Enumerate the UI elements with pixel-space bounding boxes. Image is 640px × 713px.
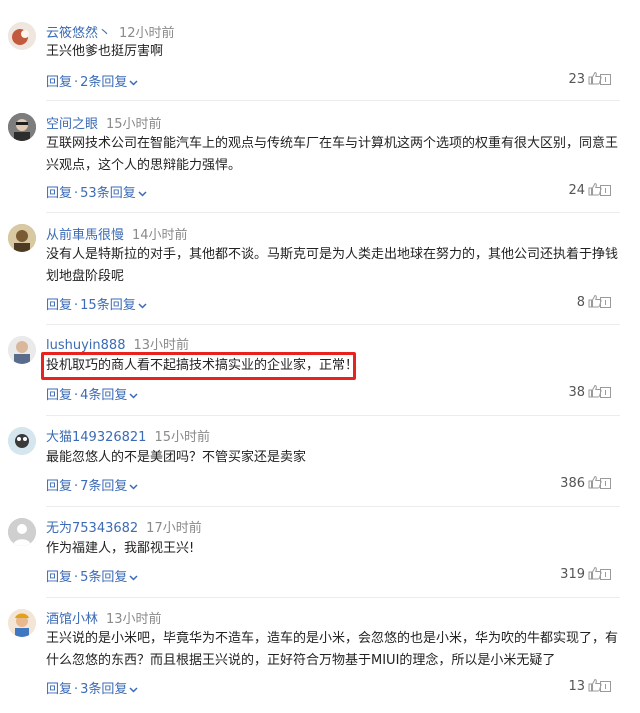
avatar[interactable] — [8, 336, 36, 364]
comment-text: 作为福建人，我鄙视王兴! — [46, 541, 195, 556]
chevron-down-icon — [129, 483, 138, 490]
like-button[interactable]: 38 — [522, 384, 602, 400]
avatar[interactable] — [8, 224, 36, 252]
view-replies-button[interactable]: 4条回复 — [80, 388, 138, 403]
username-text[interactable]: 无为75343682 — [46, 521, 138, 536]
comment-item: 大猫149326821 15小时前 最能忽悠人的不是美团吗？不管买家还是卖家 回复… — [0, 416, 640, 507]
like-button[interactable]: 13 — [522, 678, 602, 694]
username-text[interactable]: 空间之眼 — [46, 117, 98, 132]
comment-text: 没有人是特斯拉的对手，其他都不谈。马斯克可是为人类走出地球在努力的，其他公司还执… — [46, 247, 619, 284]
username-text[interactable]: 从前車馬很慢 — [46, 228, 124, 243]
comment-actions: 回复 · 15条回复 — [46, 294, 147, 313]
reply-button[interactable]: 回复 — [46, 75, 72, 90]
reply-button[interactable]: 回复 — [46, 570, 72, 585]
view-replies-button[interactable]: 15条回复 — [80, 298, 147, 313]
comment-item: lushuyin888 13小时前 投机取巧的商人看不起搞技术搞实业的企业家，正常… — [0, 325, 640, 416]
like-button[interactable]: 24 — [522, 182, 602, 198]
timestamp: 17小时前 — [146, 521, 202, 536]
comment-actions: 回复 · 5条回复 — [46, 566, 138, 585]
username[interactable]: lushuyin888 13小时前 — [46, 334, 189, 353]
view-replies-button[interactable]: 53条回复 — [80, 186, 147, 201]
timestamp: 12小时前 — [119, 26, 175, 41]
comment-actions: 回复 · 53条回复 — [46, 182, 147, 201]
username[interactable]: 大猫149326821 15小时前 — [46, 426, 210, 445]
like-count: 24 — [568, 183, 585, 198]
avatar[interactable] — [8, 427, 36, 455]
comment-item: 云筱悠然丶 12小时前 王兴他爹也挺厉害啊 回复 · 2条回复 23 — [0, 0, 640, 101]
reply-button[interactable]: 回复 — [46, 388, 72, 403]
comment-text: 投机取巧的商人看不起搞技术搞实业的企业家，正常！ — [46, 358, 359, 373]
username[interactable]: 酒馆小林 13小时前 — [46, 608, 162, 627]
comment-item: 空间之眼 15小时前 互联网技术公司在智能汽车上的观点与传统车厂在车与计算机这两个… — [0, 100, 640, 213]
username[interactable]: 无为75343682 17小时前 — [46, 517, 202, 536]
comment-item: 无为75343682 17小时前 作为福建人，我鄙视王兴! 回复 · 5条回复 319 — [0, 507, 640, 598]
report-icon[interactable] — [600, 74, 611, 85]
avatar[interactable] — [8, 113, 36, 141]
comment-actions: 回复 · 4条回复 — [46, 384, 138, 403]
like-button[interactable]: 386 — [522, 475, 602, 491]
comment-item: 从前車馬很慢 14小时前 没有人是特斯拉的对手，其他都不谈。马斯克可是为人类走出地… — [0, 213, 640, 325]
report-icon[interactable] — [600, 185, 611, 196]
comment-text: 王兴说的是小米吧，毕竟华为不造车，造车的是小米，会忽悠的也是小米，华为吹的牛都实… — [46, 631, 619, 668]
comment-text: 互联网技术公司在智能汽车上的观点与传统车厂在车与计算机这两个选项的权重有很大区别… — [46, 136, 619, 173]
comment-actions: 回复 · 2条回复 — [46, 71, 138, 90]
comment-text: 王兴他爹也挺厉害啊 — [46, 44, 164, 59]
timestamp: 15小时前 — [154, 430, 210, 445]
chevron-down-icon — [138, 190, 147, 197]
report-icon[interactable] — [600, 569, 611, 580]
comment-text: 最能忽悠人的不是美团吗？不管买家还是卖家 — [46, 450, 307, 465]
username[interactable]: 从前車馬很慢 14小时前 — [46, 224, 188, 243]
view-replies-button[interactable]: 3条回复 — [80, 682, 138, 697]
comment-item: 酒馆小林 13小时前 王兴说的是小米吧，毕竟华为不造车，造车的是小米，会忽悠的也是… — [0, 598, 640, 713]
view-replies-button[interactable]: 2条回复 — [80, 75, 138, 90]
chevron-down-icon — [129, 79, 138, 86]
report-icon[interactable] — [600, 297, 611, 308]
reply-button[interactable]: 回复 — [46, 298, 72, 313]
like-count: 386 — [560, 476, 585, 491]
comment-actions: 回复 · 7条回复 — [46, 475, 138, 494]
timestamp: 14小时前 — [132, 228, 188, 243]
username[interactable]: 空间之眼 15小时前 — [46, 113, 162, 132]
report-icon[interactable] — [600, 478, 611, 489]
report-icon[interactable] — [600, 387, 611, 398]
chevron-down-icon — [129, 686, 138, 693]
report-icon[interactable] — [600, 681, 611, 692]
avatar[interactable] — [8, 22, 36, 50]
like-button[interactable]: 8 — [522, 294, 602, 310]
like-count: 13 — [568, 679, 585, 694]
timestamp: 13小时前 — [133, 338, 190, 353]
like-count: 8 — [576, 295, 585, 310]
view-replies-button[interactable]: 5条回复 — [80, 570, 138, 585]
reply-button[interactable]: 回复 — [46, 479, 72, 494]
username-text[interactable]: lushuyin888 — [46, 338, 125, 353]
chevron-down-icon — [129, 392, 138, 399]
reply-button[interactable]: 回复 — [46, 186, 72, 201]
timestamp: 15小时前 — [106, 117, 162, 132]
like-button[interactable]: 319 — [522, 566, 602, 582]
like-count: 38 — [568, 385, 585, 400]
like-count: 319 — [560, 567, 585, 582]
username[interactable]: 云筱悠然丶 12小时前 — [46, 22, 175, 41]
avatar[interactable] — [8, 518, 36, 546]
username-text[interactable]: 酒馆小林 — [46, 612, 98, 627]
reply-button[interactable]: 回复 — [46, 682, 72, 697]
like-count: 23 — [568, 72, 585, 87]
chevron-down-icon — [129, 574, 138, 581]
like-button[interactable]: 23 — [522, 71, 602, 87]
username-text[interactable]: 大猫149326821 — [46, 430, 146, 445]
comment-actions: 回复 · 3条回复 — [46, 678, 138, 697]
view-replies-button[interactable]: 7条回复 — [80, 479, 138, 494]
avatar[interactable] — [8, 609, 36, 637]
username-text[interactable]: 云筱悠然丶 — [46, 26, 111, 41]
timestamp: 13小时前 — [106, 612, 162, 627]
chevron-down-icon — [138, 302, 147, 309]
